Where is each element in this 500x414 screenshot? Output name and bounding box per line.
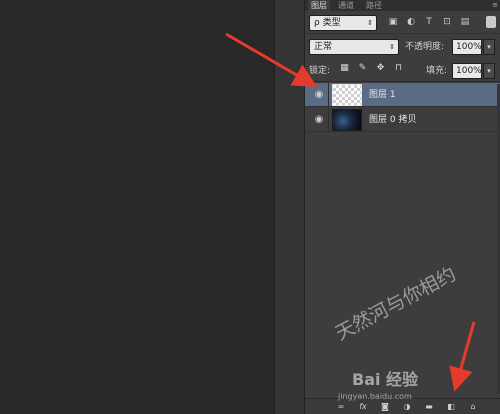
lock-label: 锁定: bbox=[309, 66, 331, 76]
watermark-url: jingyan.baidu.com bbox=[338, 392, 412, 401]
new-group-folder-icon[interactable]: ▬ bbox=[423, 401, 435, 413]
filter-kind-select[interactable]: ρ 类型 ⇕ bbox=[309, 15, 377, 31]
fill-label: 填充: bbox=[426, 66, 448, 76]
filter-shape-icon[interactable]: ⊡ bbox=[441, 16, 453, 28]
new-layer-icon[interactable]: ◧ bbox=[445, 401, 457, 413]
filter-type-icon[interactable]: T bbox=[423, 16, 435, 28]
filter-adjustment-icon[interactable]: ◐ bbox=[405, 16, 417, 28]
chevron-down-icon: ⇕ bbox=[389, 43, 395, 51]
layers-panel: 图层 通道 路径 ≡ ρ 类型 ⇕ ▣ ◐ T ⊡ ▤ 正常 ⇕ 不透明度: 1… bbox=[304, 0, 500, 414]
watermark-brand-logo: Bai 经验 bbox=[352, 370, 419, 389]
panel-menu-icon[interactable]: ≡ bbox=[492, 0, 498, 10]
opacity-label: 不透明度: bbox=[405, 42, 445, 52]
blend-mode-value: 正常 bbox=[314, 42, 333, 52]
panel-tab-bar: 图层 通道 路径 ≡ bbox=[305, 0, 500, 11]
eye-icon[interactable]: ◉ bbox=[311, 112, 327, 128]
layer-thumbnail-photo bbox=[332, 109, 362, 131]
lock-paint-brush-icon[interactable]: ✎ bbox=[357, 63, 368, 74]
chevron-down-icon: ⇕ bbox=[367, 19, 373, 27]
add-mask-icon[interactable]: ◙ bbox=[379, 401, 391, 413]
layer-row[interactable]: ◉ 图层 1 bbox=[305, 83, 500, 107]
filter-kind-label: ρ 类型 bbox=[314, 18, 341, 28]
opacity-dropdown-icon[interactable]: ▾ bbox=[483, 39, 495, 55]
filter-toggle[interactable] bbox=[486, 16, 496, 28]
panel-gutter bbox=[274, 0, 304, 414]
blend-row: 正常 ⇕ 不透明度: 100% ▾ bbox=[305, 36, 500, 58]
visibility-cell[interactable]: ◉ bbox=[305, 83, 329, 107]
layer-name[interactable]: 图层 0 拷贝 bbox=[369, 112, 416, 128]
tab-paths[interactable]: 路径 bbox=[363, 0, 385, 11]
layer-name[interactable]: 图层 1 bbox=[369, 87, 396, 103]
lock-position-move-icon[interactable]: ✥ bbox=[375, 63, 386, 74]
layer-row[interactable]: ◉ 图层 0 拷贝 bbox=[305, 108, 500, 132]
document-canvas[interactable] bbox=[0, 0, 274, 414]
layer-thumbnail-transparent bbox=[332, 84, 362, 106]
lock-all-padlock-icon[interactable]: ⊓ bbox=[393, 63, 404, 74]
filter-smart-object-icon[interactable]: ▤ bbox=[459, 16, 471, 28]
blend-mode-select[interactable]: 正常 ⇕ bbox=[309, 39, 399, 55]
fx-icon[interactable]: fx bbox=[357, 401, 369, 413]
eye-icon[interactable]: ◉ bbox=[311, 87, 327, 103]
visibility-cell[interactable]: ◉ bbox=[305, 108, 329, 132]
fill-dropdown-icon[interactable]: ▾ bbox=[483, 63, 495, 79]
link-layers-icon[interactable]: ∞ bbox=[335, 401, 347, 413]
tab-channels[interactable]: 通道 bbox=[335, 0, 357, 11]
tab-layers[interactable]: 图层 bbox=[308, 0, 330, 11]
trash-icon[interactable]: ⌂ bbox=[467, 401, 479, 413]
filter-pixel-icon[interactable]: ▣ bbox=[387, 16, 399, 28]
opacity-input[interactable]: 100% bbox=[452, 39, 482, 55]
fill-input[interactable]: 100% bbox=[452, 63, 482, 79]
adjustment-layer-icon[interactable]: ◑ bbox=[401, 401, 413, 413]
lock-transparent-icon[interactable]: ▦ bbox=[339, 63, 350, 74]
